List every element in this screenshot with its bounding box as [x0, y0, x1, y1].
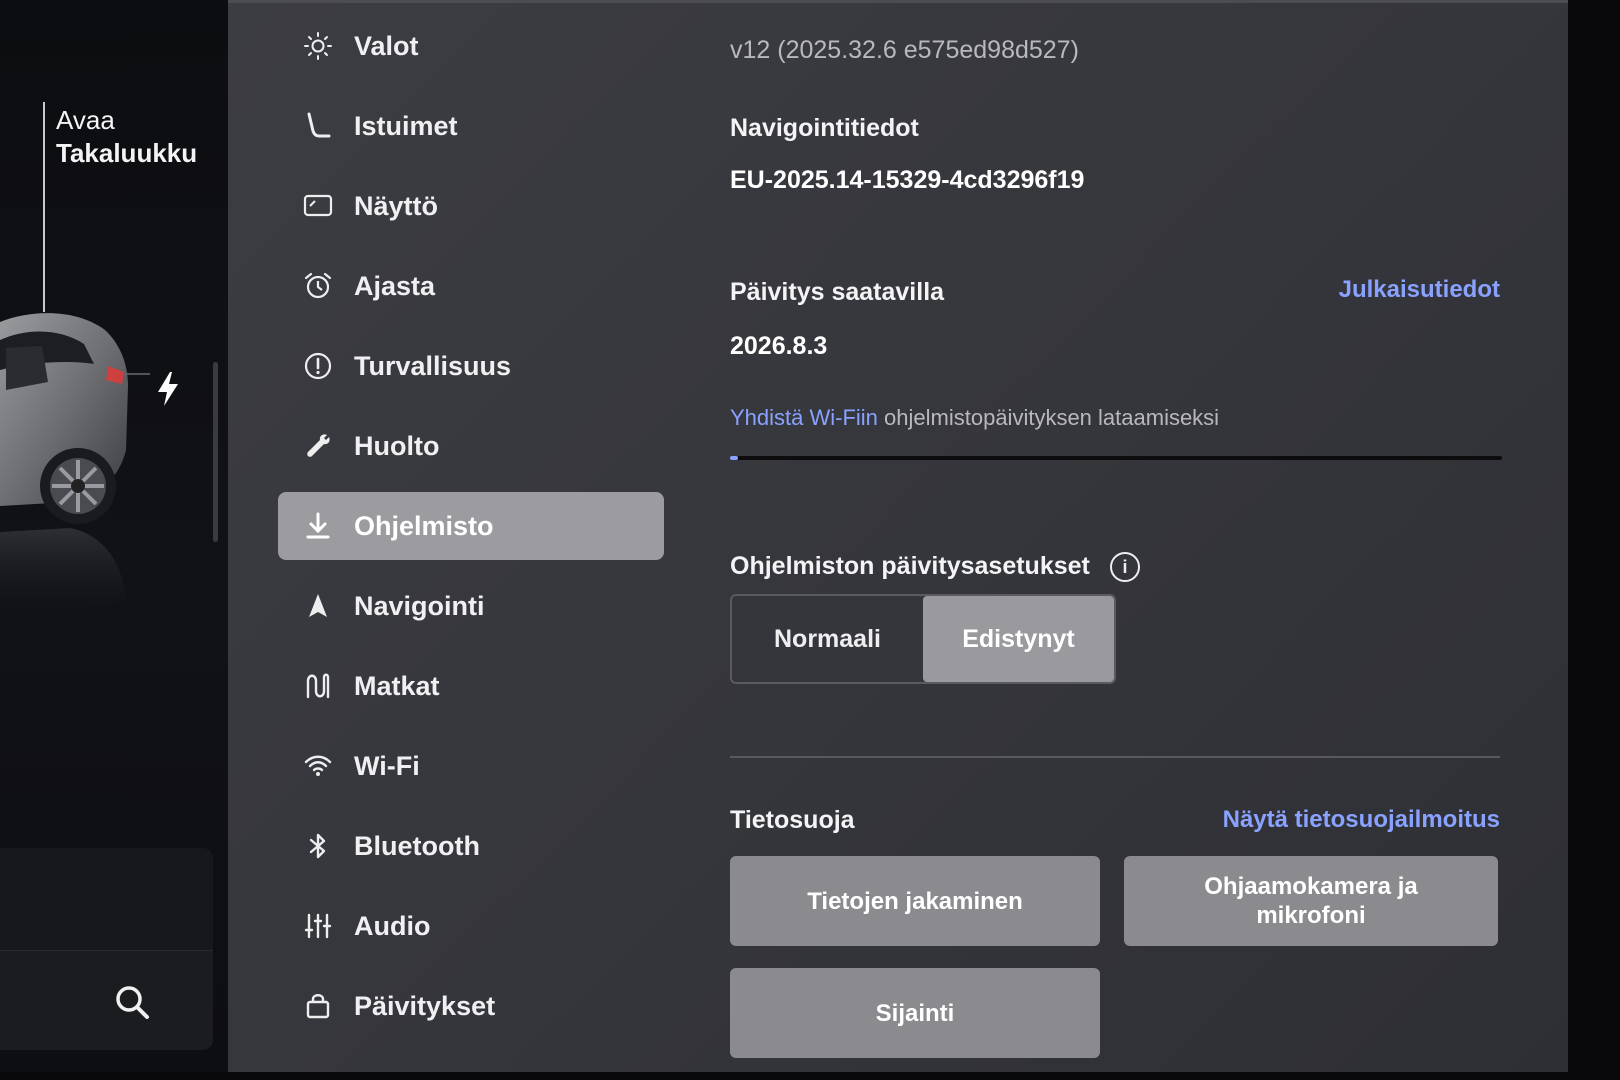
nav-data-heading: Navigointitiedot — [730, 114, 919, 142]
nav-item-service[interactable]: Huolto — [278, 412, 664, 480]
update-mode-selector: Normaali Edistynyt — [730, 594, 1116, 684]
nav-item-wifi[interactable]: Wi-Fi — [278, 732, 664, 800]
nav-label: Näyttö — [354, 190, 439, 221]
trunk-name-label: Takaluukku — [56, 138, 198, 168]
update-mode-normal[interactable]: Normaali — [732, 596, 923, 682]
nav-item-navigation[interactable]: Navigointi — [278, 572, 664, 640]
nav-data-value: EU-2025.14-15329-4cd3296f19 — [730, 166, 1085, 194]
update-version: 2026.8.3 — [730, 332, 828, 360]
nav-item-safety[interactable]: Turvallisuus — [278, 332, 664, 400]
nav-item-software[interactable]: Ohjelmisto — [278, 492, 664, 560]
screen-bezel-right — [1568, 0, 1620, 1080]
nav-item-upgrades[interactable]: Päivitykset — [278, 972, 664, 1040]
nav-item-audio[interactable]: Audio — [278, 892, 664, 960]
privacy-heading: Tietosuoja — [730, 806, 855, 834]
car-panel-scrollbar[interactable] — [213, 362, 218, 542]
car-panel: Avaa Takaluukku — [0, 0, 230, 1080]
trunk-action-label: Avaa — [56, 105, 115, 135]
charging-bolt-icon — [158, 372, 178, 406]
trips-icon — [298, 666, 338, 706]
nav-label: Audio — [354, 910, 431, 941]
nav-label: Bluetooth — [354, 830, 480, 861]
equalizer-icon — [298, 906, 338, 946]
trunk-indicator-line — [43, 102, 45, 312]
wifi-icon — [298, 746, 338, 786]
update-heading: Päivitys saatavilla — [730, 278, 945, 306]
nav-item-bluetooth[interactable]: Bluetooth — [278, 812, 664, 880]
car-image — [0, 313, 150, 630]
screen-bezel-bottom — [0, 1072, 1620, 1080]
nav-label: Ajasta — [354, 270, 436, 301]
nav-label: Istuimet — [354, 110, 458, 141]
car-bottom-bar — [0, 950, 213, 1050]
info-icon[interactable]: i — [1110, 552, 1140, 582]
display-icon — [298, 186, 338, 226]
search-icon — [116, 986, 149, 1019]
tesla-screen: Avaa Takaluukku Valot Istuimet Näyttö Aj… — [0, 0, 1620, 1080]
location-button[interactable]: Sijainti — [730, 968, 1100, 1058]
nav-label: Ohjelmisto — [354, 510, 494, 541]
nav-item-display[interactable]: Näyttö — [278, 172, 664, 240]
settings-nav: Valot Istuimet Näyttö Ajasta Turvallisuu… — [278, 12, 664, 1052]
nav-label: Navigointi — [354, 590, 485, 621]
nav-item-schedule[interactable]: Ajasta — [278, 252, 664, 320]
nav-item-trips[interactable]: Matkat — [278, 652, 664, 720]
nav-item-seats[interactable]: Istuimet — [278, 92, 664, 160]
section-divider — [730, 756, 1500, 758]
nav-label: Huolto — [354, 430, 440, 461]
search-button[interactable] — [108, 978, 156, 1026]
nav-item-lights[interactable]: Valot — [278, 12, 664, 80]
software-content: v12 (2025.32.6 e575ed98d527) Navigointit… — [730, 0, 1502, 1072]
cabin-camera-label-line2: mikrofoni — [1256, 902, 1366, 929]
update-mode-advanced[interactable]: Edistynyt — [923, 596, 1114, 682]
navigation-arrow-icon — [298, 586, 338, 626]
light-icon — [298, 26, 338, 66]
alarm-clock-icon — [298, 266, 338, 306]
software-version: v12 (2025.32.6 e575ed98d527) — [730, 36, 1079, 64]
nav-label: Päivitykset — [354, 990, 496, 1021]
privacy-notice-link[interactable]: Näytä tietosuojailmoitus — [1223, 806, 1500, 834]
download-progress-fill — [730, 456, 738, 460]
release-notes-link[interactable]: Julkaisutiedot — [1339, 276, 1500, 304]
wifi-hint-text: ohjelmistopäivityksen lataamiseksi — [884, 405, 1220, 430]
nav-label: Wi-Fi — [354, 750, 420, 781]
cabin-camera-label-line1: Ohjaamokamera ja — [1204, 873, 1418, 900]
warning-circle-icon — [298, 346, 338, 386]
connect-wifi-link[interactable]: Yhdistä Wi-Fiin — [730, 405, 878, 430]
nav-label: Turvallisuus — [354, 350, 512, 381]
wifi-hint: Yhdistä Wi-Fiin ohjelmistopäivityksen la… — [730, 405, 1219, 431]
nav-label: Matkat — [354, 670, 440, 701]
nav-label: Valot — [354, 30, 419, 61]
download-icon — [298, 506, 338, 546]
seat-icon — [298, 106, 338, 146]
wrench-icon — [298, 426, 338, 466]
car-quick-card[interactable] — [0, 848, 213, 950]
update-settings-heading: Ohjelmiston päivitysasetukset — [730, 552, 1090, 580]
open-trunk-button[interactable]: Avaa Takaluukku — [56, 104, 197, 170]
shopping-bag-icon — [298, 986, 338, 1026]
bluetooth-icon — [298, 826, 338, 866]
download-progress-bar — [730, 456, 1502, 460]
data-sharing-button[interactable]: Tietojen jakaminen — [730, 856, 1100, 946]
cabin-camera-button[interactable]: Ohjaamokamera ja mikrofoni — [1124, 856, 1498, 946]
